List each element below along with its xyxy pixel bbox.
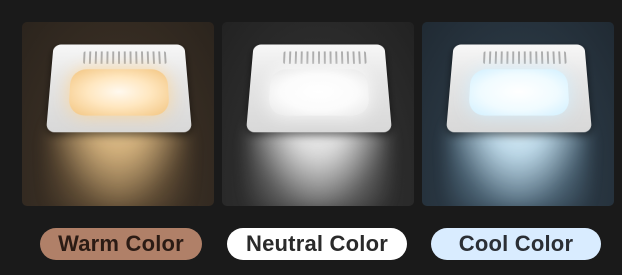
fixture-vents-warm: [83, 51, 167, 64]
ceiling-light-fixture-cool: [446, 44, 592, 133]
fixture-vents-cool: [483, 51, 567, 64]
panel-warm: [22, 22, 214, 206]
fixture-lens-cool: [468, 69, 570, 116]
panel-neutral: [222, 22, 414, 206]
ceiling-light-fixture-neutral: [246, 44, 392, 133]
label-neutral-color: Neutral Color: [227, 228, 407, 260]
ceiling-light-fixture-warm: [46, 44, 192, 133]
fixture-lens-warm: [68, 69, 170, 116]
fixture-lens-neutral: [268, 69, 370, 116]
light-color-comparison: Warm Color Neutral Color Cool Color: [0, 0, 622, 275]
panel-cool: [422, 22, 614, 206]
label-cool-color: Cool Color: [431, 228, 601, 260]
fixture-vents-neutral: [283, 51, 367, 64]
label-warm-color: Warm Color: [40, 228, 202, 260]
comparison-panels: [22, 22, 614, 206]
color-labels: Warm Color Neutral Color Cool Color: [22, 218, 614, 268]
